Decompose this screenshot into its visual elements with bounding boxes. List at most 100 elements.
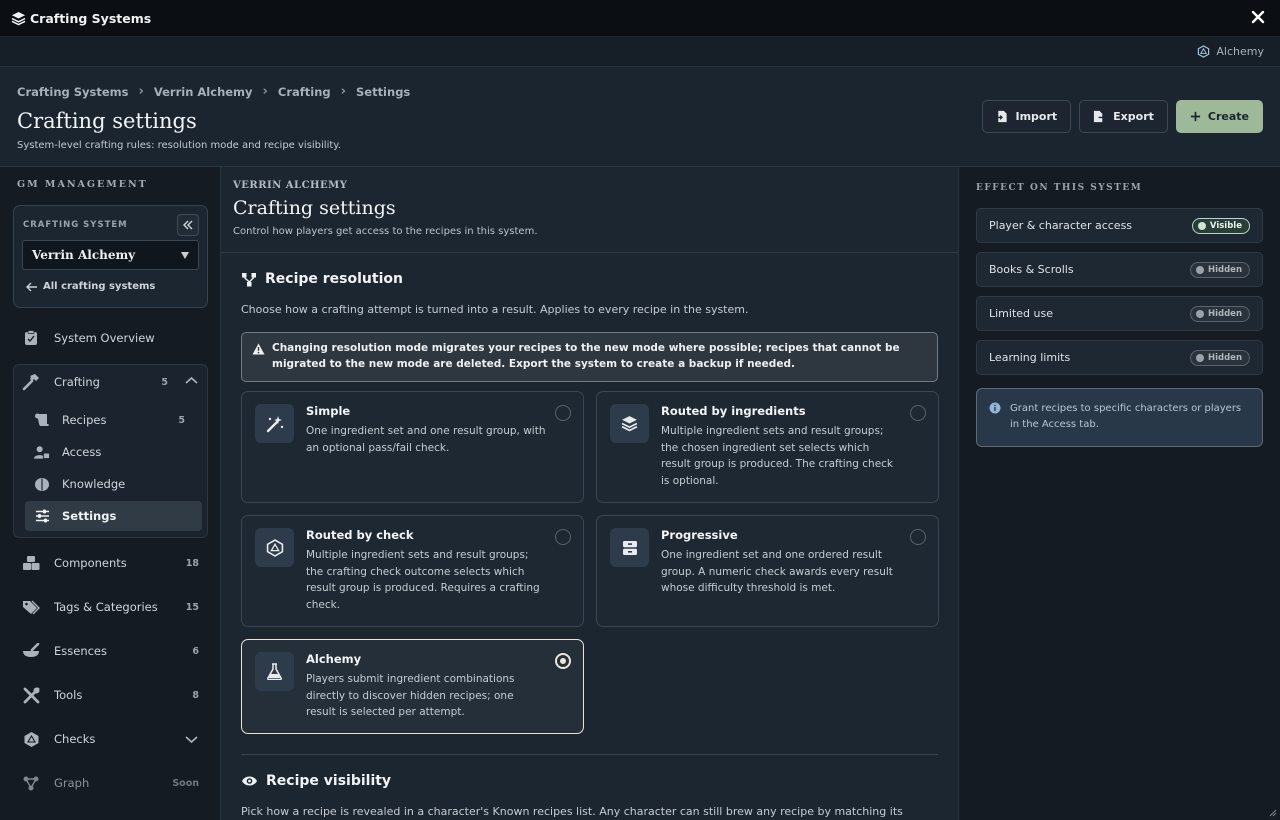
window-title: Crafting Systems [30,10,152,26]
breadcrumb-link[interactable]: Crafting [278,85,331,99]
recipe-resolution-title: Recipe resolution [265,271,403,287]
sidebar-item-label: Tools [54,688,83,702]
option-title: Alchemy [306,652,362,666]
system-indicator-label: Alchemy [1216,45,1264,58]
option-radio-selected[interactable] [555,653,571,669]
sidebar-item-label: System Overview [54,331,155,345]
option-radio[interactable] [555,529,571,545]
sidebar: GM MANAGEMENT CRAFTING SYSTEM Verrin Alc… [0,167,221,820]
eye-slash-icon [1195,266,1204,274]
sidebar-item-essences[interactable]: Essences 6 [13,633,208,669]
status-badge: Hidden [1189,306,1250,322]
recipe-visibility-description: Pick how a recipe is revealed in a chara… [241,805,903,820]
close-icon[interactable] [1250,9,1266,25]
option-radio[interactable] [910,405,926,421]
option-routed-by-check[interactable]: Routed by check Multiple ingredient sets… [241,515,584,627]
migration-warning: Changing resolution mode migrates your r… [241,332,938,382]
sidebar-item-count: 8 [192,689,199,701]
breadcrumb-current: Settings [355,84,411,99]
chevron-right-icon: › [138,84,144,99]
sidebar-item-label: Graph [54,776,90,790]
effect-label: Limited use [989,307,1053,320]
chevron-down-icon[interactable] [185,735,198,744]
divider [241,754,938,755]
d20-icon [1198,45,1210,58]
option-title: Routed by check [306,528,414,542]
status-badge: Hidden [1189,350,1250,366]
magic-wand-icon [255,404,294,443]
all-systems-link[interactable]: All crafting systems [26,281,155,292]
access-info-text: Grant recipes to specific characters or … [1010,403,1242,430]
export-button[interactable]: Export [1079,100,1168,133]
sidebar-item-components[interactable]: Components 18 [13,545,208,581]
system-bar: Alchemy [0,37,1280,67]
sidebar-item-tags-categories[interactable]: Tags & Categories 15 [13,589,208,625]
breadcrumb-link[interactable]: Crafting Systems [17,85,129,99]
tags-icon [22,598,40,616]
option-title: Progressive [661,528,738,542]
option-description: Players submit ingredient combinations d… [306,673,515,718]
sidebar-item-crafting[interactable]: Crafting 5 [13,364,208,400]
export-label: Export [1113,110,1154,123]
import-label: Import [1015,110,1058,123]
option-routed-by-ingredients[interactable]: Routed by ingredients Multiple ingredien… [596,391,939,503]
status-badge-label: Hidden [1207,353,1242,363]
effect-label: Books & Scrolls [989,263,1074,276]
sidebar-subitem-access[interactable]: Access [25,437,202,467]
sidebar-item-checks[interactable]: Checks [13,721,208,757]
effect-label: Learning limits [989,351,1071,364]
breadcrumb-link[interactable]: Verrin Alchemy [154,85,253,99]
layers-icon [11,11,26,25]
option-radio[interactable] [555,405,571,421]
content-title: Crafting settings [233,197,396,219]
user-lock-icon [34,444,50,460]
option-simple[interactable]: Simple One ingredient set and one result… [241,391,584,503]
effect-row: Limited use Hidden [976,296,1263,331]
effect-panel: EFFECT ON THIS SYSTEM Player & character… [958,167,1280,820]
chevron-right-icon: › [262,84,268,99]
crafting-system-select[interactable]: Verrin Alchemy [22,240,199,270]
crafting-system-value: Verrin Alchemy [32,248,136,262]
system-indicator[interactable]: Alchemy [1197,45,1264,58]
drawers-icon [610,528,649,567]
eye-icon [242,776,257,786]
sidebar-item-label: Tags & Categories [54,600,158,614]
sidebar-subitem-settings[interactable]: Settings [25,501,202,531]
sliders-icon [34,508,50,524]
warning-icon [252,343,265,355]
sidebar-item-system-overview[interactable]: System Overview [13,320,208,356]
resize-handle-icon[interactable] [1267,807,1277,817]
create-button[interactable]: Create [1175,100,1263,133]
d20-icon [22,730,40,748]
collapse-sidebar-button[interactable] [177,214,199,236]
sidebar-subitem-label: Knowledge [62,477,126,491]
status-badge: Hidden [1189,262,1250,278]
sidebar-item-label: Crafting [54,375,100,389]
option-radio[interactable] [910,529,926,545]
chevron-right-icon: › [340,84,346,99]
sidebar-item-label: Essences [54,644,108,658]
section-eyebrow: VERRIN ALCHEMY [233,180,348,191]
sidebar-item-tools[interactable]: Tools 8 [13,677,208,713]
eye-slash-icon [1195,354,1204,362]
option-progressive[interactable]: Progressive One ingredient set and one o… [596,515,939,627]
content-description: Control how players get access to the re… [233,226,538,237]
sidebar-item-label: Checks [54,732,96,746]
sidebar-subitem-knowledge[interactable]: Knowledge [25,469,202,499]
recipe-visibility-heading: Recipe visibility [241,773,391,789]
sidebar-subitem-count: 5 [178,414,185,426]
graph-icon [22,774,40,792]
import-button[interactable]: Import [982,100,1072,133]
sidebar-subitem-recipes[interactable]: Recipes 5 [25,405,202,435]
info-icon [989,402,1001,414]
effect-row: Player & character access Visible [976,208,1263,243]
effect-label: Player & character access [989,219,1133,232]
sidebar-subitem-label: Recipes [62,413,107,427]
sidebar-item-count: 6 [192,645,199,657]
brain-icon [34,476,50,492]
option-alchemy[interactable]: Alchemy Players submit ingredient combin… [241,639,584,734]
sidebar-item-graph: Graph Soon [13,765,208,801]
layers-icon [610,404,649,443]
migration-warning-text: Changing resolution mode migrates your r… [272,342,900,370]
chevron-up-icon[interactable] [185,376,198,385]
